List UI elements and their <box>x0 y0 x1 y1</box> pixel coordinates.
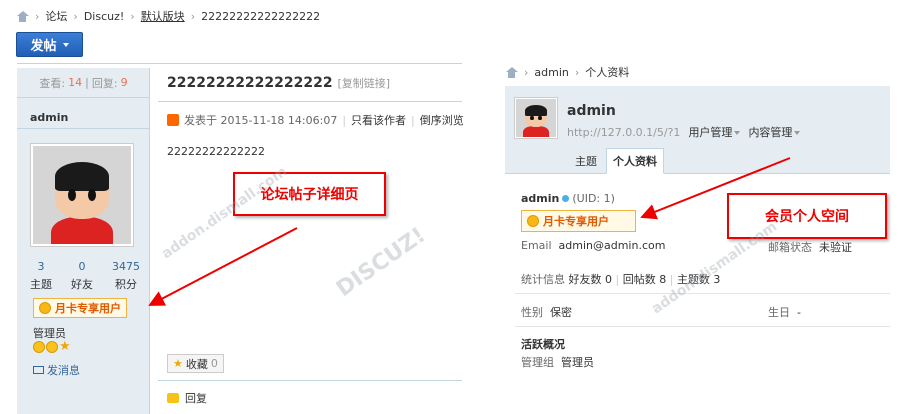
stat-threads[interactable]: 3 主题 <box>30 260 52 292</box>
activity-title: 活跃概况 <box>521 338 565 351</box>
divider <box>17 63 462 64</box>
home-icon[interactable] <box>16 10 29 22</box>
coin-icon <box>527 215 539 227</box>
vip-badge: 月卡专享用户 <box>521 210 636 232</box>
home-icon[interactable] <box>505 66 518 78</box>
uid-row: admin (UID: 1) <box>521 192 615 205</box>
user-management-menu[interactable]: 用户管理 <box>688 124 741 140</box>
divider <box>515 293 890 294</box>
mail-icon <box>33 366 44 374</box>
favorite-button[interactable]: ★ 收藏 0 <box>167 354 224 373</box>
content-management-menu[interactable]: 内容管理 <box>748 124 801 140</box>
friends-count-link[interactable]: 好友数 0 <box>569 273 613 286</box>
post-date: 发表于 2015-11-18 14:06:07 <box>184 114 338 127</box>
reverse-order-link[interactable]: 倒序浏览 <box>420 112 464 128</box>
avatar[interactable] <box>30 143 134 247</box>
divider <box>515 326 890 327</box>
thread-title: 22222222222222222 [复制链接] <box>167 75 391 91</box>
mail-status-row: 邮箱状态 未验证 <box>768 241 852 254</box>
watermark: addon.dismall.com <box>648 218 781 318</box>
user-stats: 3 主题 0 好友 3475 积分 <box>30 260 140 292</box>
coin-icon <box>39 302 51 314</box>
breadcrumb-forum[interactable]: 论坛 <box>45 8 67 24</box>
caret-down-icon <box>62 42 69 47</box>
breadcrumb-profile: 个人资料 <box>585 66 630 79</box>
online-icon <box>562 195 570 202</box>
stat-friends[interactable]: 0 好友 <box>71 260 93 292</box>
stat-points[interactable]: 3475 积分 <box>112 260 140 292</box>
send-message-link[interactable]: 发消息 <box>33 362 80 378</box>
post-button-label: 发帖 <box>30 39 57 54</box>
sun-icon <box>33 341 45 353</box>
breadcrumb-default-board[interactable]: 默认版块 <box>141 8 185 24</box>
star-icon: ★ <box>173 357 183 370</box>
post-content: 22222222222222 <box>167 145 265 158</box>
post-button[interactable]: 发帖 <box>16 32 83 57</box>
rank-icons: ★ <box>33 339 71 354</box>
admin-group-row: 管理组 管理员 <box>521 356 594 369</box>
breadcrumb-thread: 22222222222222222 <box>201 9 321 23</box>
space-username: admin <box>567 103 616 119</box>
replies-count-link[interactable]: 回帖数 8 <box>623 273 667 286</box>
birthday-row: 生日 - <box>768 306 801 319</box>
gender-row: 性别 保密 <box>521 306 572 319</box>
divider <box>158 380 462 381</box>
reply-icon <box>167 393 179 403</box>
view-count: 14 <box>68 76 83 89</box>
favorite-count: 0 <box>210 357 218 370</box>
reply-button[interactable]: 回复 <box>167 390 207 406</box>
divider <box>17 128 150 129</box>
space-url-row: http://127.0.0.1/5/?1 用户管理 内容管理 <box>567 124 801 140</box>
breadcrumb-discuz[interactable]: Discuz! <box>84 10 124 23</box>
email-row: Email admin@admin.com <box>521 239 666 252</box>
copy-link[interactable]: [复制链接] <box>337 77 390 90</box>
vip-badge: 月卡专享用户 <box>33 298 127 318</box>
tab-profile[interactable]: 个人资料 <box>606 148 664 174</box>
profile-username: admin <box>521 192 560 205</box>
sun-icon <box>46 341 58 353</box>
star-icon: ★ <box>59 339 71 354</box>
divider <box>158 101 462 102</box>
tab-threads[interactable]: 主题 <box>567 148 605 174</box>
thread-stats: 查看: 14 | 回复: 9 <box>17 68 150 98</box>
user-icon <box>167 114 179 126</box>
space-url[interactable]: http://127.0.0.1/5/?1 <box>567 126 680 139</box>
reply-count: 9 <box>120 76 128 89</box>
space-avatar[interactable] <box>514 97 558 139</box>
breadcrumb: › 论坛 › Discuz! › 默认版块 › 2222222222222222… <box>16 8 320 24</box>
post-meta: 发表于 2015-11-18 14:06:07 | 只看该作者 | 倒序浏览 <box>167 112 464 128</box>
breadcrumb-admin[interactable]: admin <box>534 66 568 79</box>
space-breadcrumb: › admin › 个人资料 <box>505 64 629 80</box>
only-author-link[interactable]: 只看该作者 <box>351 112 406 128</box>
watermark: DISCUZ! <box>332 222 431 303</box>
author-name[interactable]: admin <box>30 111 68 124</box>
